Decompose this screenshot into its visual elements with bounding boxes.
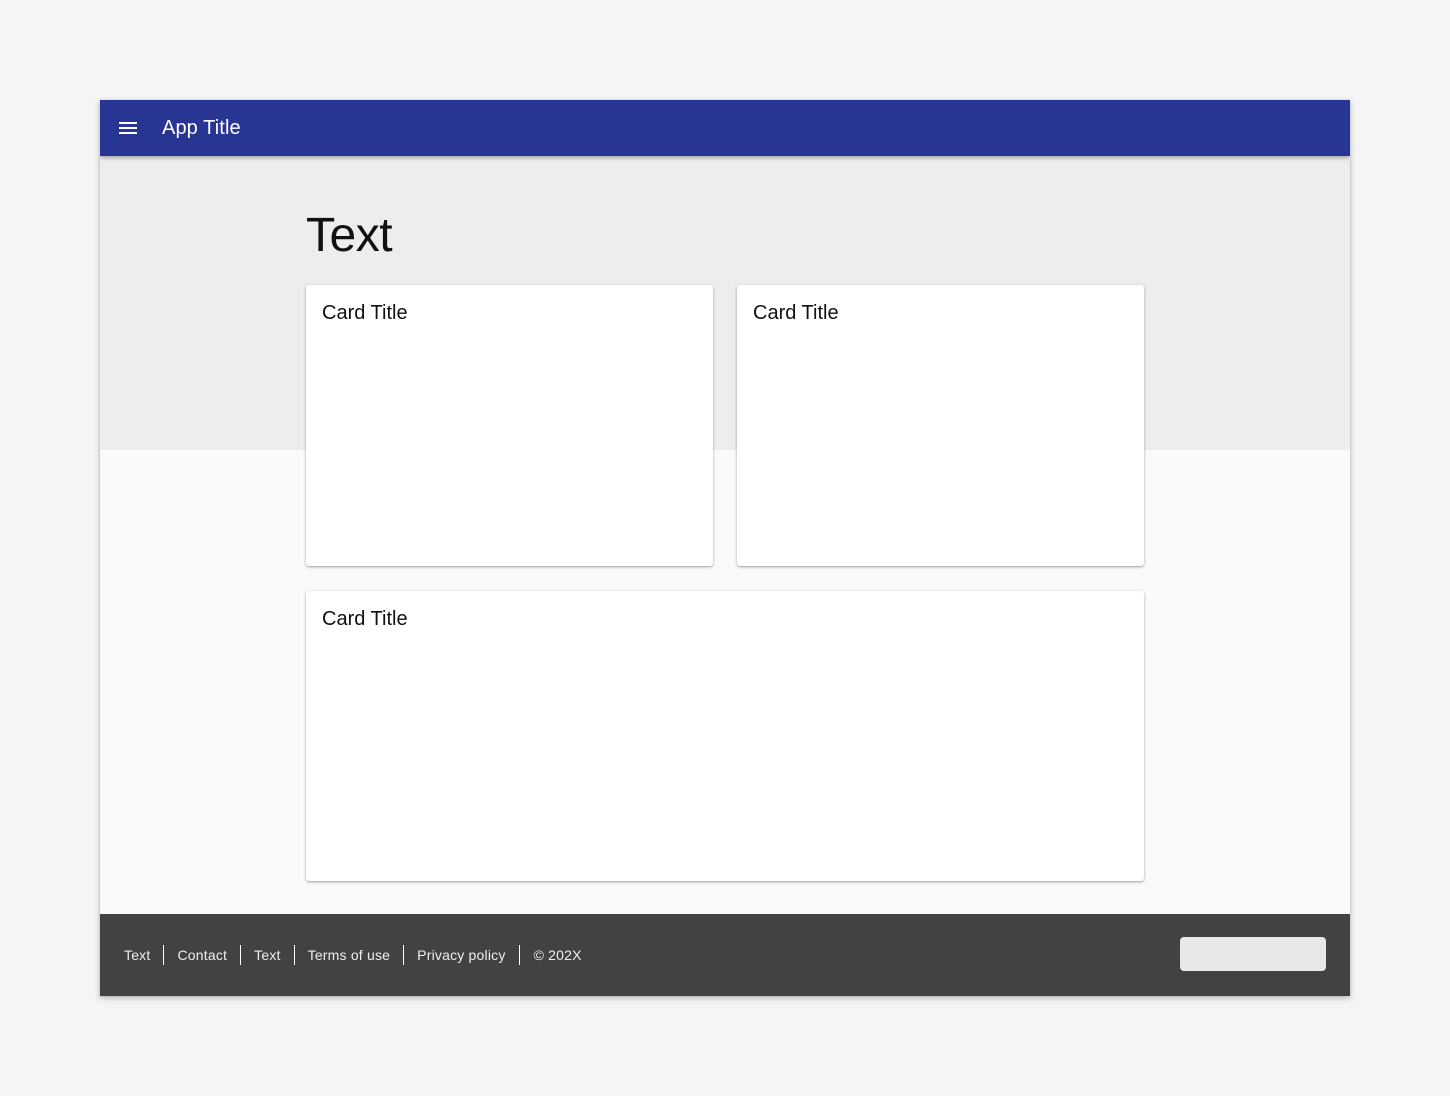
footer-link-text-2[interactable]: Text — [240, 945, 293, 965]
app-title: App Title — [162, 117, 241, 139]
card-3: Card Title — [306, 591, 1144, 881]
card-title: Card Title — [322, 608, 408, 630]
footer-link-terms[interactable]: Terms of use — [293, 945, 404, 965]
footer-select[interactable] — [1180, 937, 1326, 971]
card-2: Card Title — [737, 285, 1144, 566]
card-title: Card Title — [753, 302, 839, 324]
footer-link-contact[interactable]: Contact — [163, 945, 240, 965]
top-app-bar: App Title — [100, 100, 1350, 156]
footer-link-text-1[interactable]: Text — [124, 945, 163, 965]
card-title: Card Title — [322, 302, 408, 324]
footer-link-privacy[interactable]: Privacy policy — [403, 945, 518, 965]
footer-copyright: © 202X — [518, 945, 582, 965]
footer-links: Text Contact Text Terms of use Privacy p… — [124, 945, 582, 965]
app-window: App Title Text Card Title Card Title Car… — [100, 100, 1350, 996]
menu-button[interactable] — [112, 112, 144, 144]
hero-background — [100, 156, 1350, 450]
menu-icon — [119, 122, 137, 134]
card-1: Card Title — [306, 285, 713, 566]
page-heading: Text — [306, 209, 393, 262]
footer: Text Contact Text Terms of use Privacy p… — [100, 914, 1350, 996]
